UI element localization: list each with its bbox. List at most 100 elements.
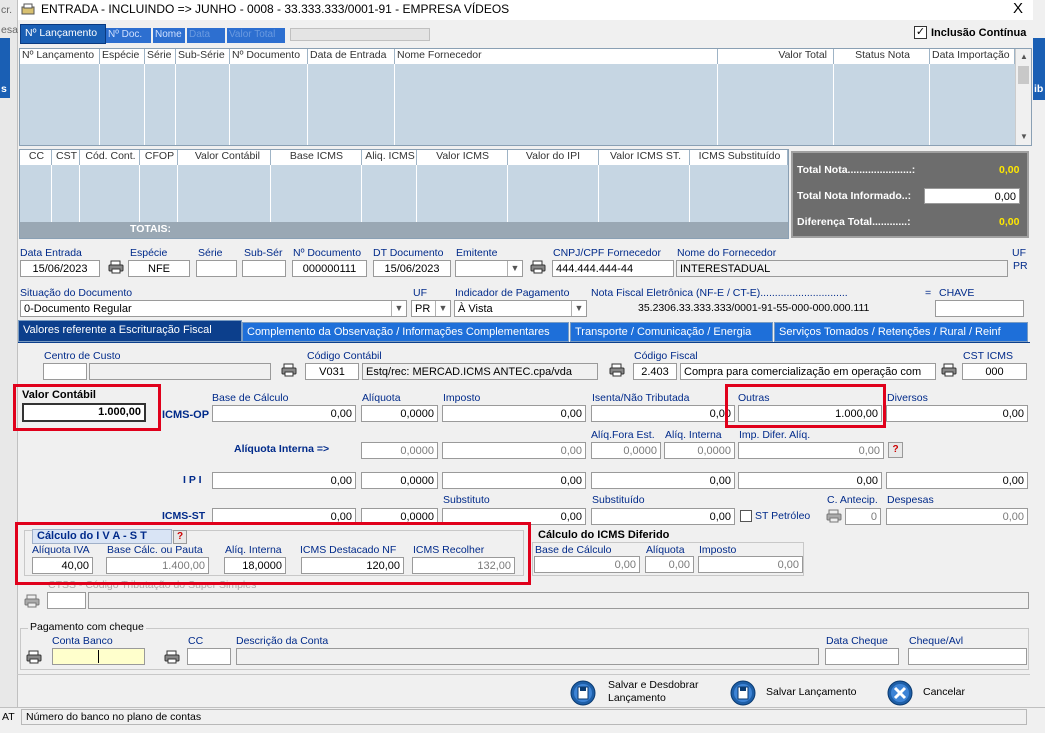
imposto-input[interactable]: 0,00 — [442, 405, 586, 422]
dt-documento-input[interactable]: 15/06/2023 — [373, 260, 451, 277]
situacao-select[interactable]: 0-Documento Regular — [20, 300, 407, 317]
col-valor-total[interactable]: Valor Total — [718, 49, 834, 64]
nome-fornecedor-input[interactable]: INTERESTADUAL — [676, 260, 1008, 277]
printer-icon[interactable] — [26, 650, 42, 664]
diferido-base-input[interactable]: 0,00 — [534, 556, 640, 573]
tab-n-doc[interactable]: Nº Doc. — [106, 28, 151, 43]
cheque-cc-input[interactable] — [187, 648, 231, 665]
simples-desc[interactable] — [88, 592, 1029, 609]
tab-n-lancamento[interactable]: Nº Lançamento — [20, 24, 106, 44]
codigo-fiscal-input[interactable]: 2.403 — [633, 363, 677, 380]
col-valor-icms[interactable]: Valor ICMS — [417, 150, 508, 165]
pagamento-select[interactable]: À Vista — [454, 300, 587, 317]
ipi-base[interactable]: 0,00 — [212, 472, 356, 489]
ipi-outras[interactable]: 0,00 — [738, 472, 882, 489]
imp-difer-input[interactable]: 0,00 — [738, 442, 884, 459]
col-valor-ipi[interactable]: Valor do IPI — [508, 150, 599, 165]
centro-custo-desc[interactable] — [89, 363, 271, 380]
col-nome-fornecedor[interactable]: Nome Fornecedor — [395, 49, 718, 64]
serie-input[interactable] — [196, 260, 237, 277]
ipi-isenta[interactable]: 0,00 — [591, 472, 735, 489]
icms-st-substituido[interactable]: 0,00 — [591, 508, 735, 525]
salvar-lancamento-button[interactable]: Salvar Lançamento — [728, 678, 868, 706]
diferido-imposto-input[interactable]: 0,00 — [698, 556, 803, 573]
col-n-lancamento[interactable]: Nº Lançamento — [20, 49, 100, 64]
col-serie[interactable]: Série — [145, 49, 176, 64]
chave-input[interactable] — [935, 300, 1024, 317]
centro-custo-input[interactable] — [43, 363, 87, 380]
printer-icon[interactable] — [530, 260, 546, 274]
total-informado-input[interactable]: 0,00 — [924, 188, 1020, 204]
cancel-button[interactable]: Cancelar — [885, 678, 975, 706]
conta-banco-input[interactable] — [52, 648, 145, 665]
ipi-diversos[interactable]: 0,00 — [886, 472, 1028, 489]
cheque-avl-input[interactable] — [908, 648, 1027, 665]
col-especie[interactable]: Espécie — [100, 49, 145, 64]
chevron-down-icon[interactable]: ▼ — [571, 301, 586, 316]
codigo-contabil-input[interactable]: V031 — [305, 363, 359, 380]
codigo-fiscal-desc[interactable]: Compra para comercialização em operação … — [680, 363, 936, 380]
isenta-input[interactable]: 0,00 — [591, 405, 735, 422]
search-input[interactable] — [290, 28, 430, 41]
ipi-aliquota[interactable]: 0,0000 — [361, 472, 438, 489]
st-petroleo-checkbox[interactable] — [740, 510, 752, 522]
col-valor-contabil[interactable]: Valor Contábil — [178, 150, 271, 165]
printer-icon[interactable] — [281, 363, 297, 377]
tab-transporte[interactable]: Transporte / Comunicação / Energia — [570, 322, 773, 342]
close-icon[interactable]: X — [1013, 0, 1023, 17]
cnpj-input[interactable]: 444.444.444-44 — [552, 260, 674, 277]
c-antecip-input[interactable]: 0 — [845, 508, 881, 525]
printer-icon[interactable] — [826, 509, 842, 523]
printer-icon[interactable] — [941, 363, 957, 377]
scroll-down-icon[interactable]: ▼ — [1016, 129, 1031, 145]
col-cod-cont[interactable]: Cód. Cont. — [80, 150, 140, 165]
printer-icon[interactable] — [24, 594, 40, 608]
n-documento-input[interactable]: 000000111 — [292, 260, 367, 277]
descricao-conta-input[interactable] — [236, 648, 819, 665]
chevron-down-icon[interactable]: ▼ — [507, 261, 522, 276]
salvar-desdobrar-button[interactable]: Salvar e Desdobrar Lançamento — [568, 678, 718, 706]
base-calculo-input[interactable]: 0,00 — [212, 405, 356, 422]
col-data-importacao[interactable]: Data Importação — [930, 49, 1015, 64]
col-status-nota[interactable]: Status Nota — [834, 49, 930, 64]
help-icon[interactable]: ? — [888, 442, 903, 458]
col-icms-substituido[interactable]: ICMS Substituído — [690, 150, 788, 165]
chevron-down-icon[interactable]: ▼ — [435, 301, 450, 316]
sub-serie-input[interactable] — [242, 260, 286, 277]
aliquota-input[interactable]: 0,0000 — [361, 405, 438, 422]
data-cheque-input[interactable] — [825, 648, 899, 665]
items-grid[interactable]: CC CST Cód. Cont. CFOP Valor Contábil Ba… — [19, 149, 789, 239]
tab-nome[interactable]: Nome — [153, 28, 185, 43]
despesas-input[interactable]: 0,00 — [886, 508, 1028, 525]
main-grid-scrollbar[interactable]: ▲ ▼ — [1015, 49, 1031, 145]
simples-input[interactable] — [47, 592, 86, 609]
col-sub-serie[interactable]: Sub-Série — [176, 49, 230, 64]
col-valor-icms-st[interactable]: Valor ICMS ST. — [599, 150, 690, 165]
inclusao-continua-checkbox[interactable]: ✓ — [914, 26, 927, 39]
aliq-interna-input[interactable]: 0,0000 — [664, 442, 735, 459]
main-grid[interactable]: Nº Lançamento Espécie Série Sub-Série Nº… — [19, 48, 1032, 146]
codigo-contabil-desc[interactable]: Estq/rec: MERCAD.ICMS ANTEC.cpa/vda — [362, 363, 598, 380]
especie-input[interactable]: NFE — [128, 260, 190, 277]
data-entrada-input[interactable]: 15/06/2023 — [20, 260, 100, 277]
cst-icms-input[interactable]: 000 — [962, 363, 1027, 380]
tab-valor-total[interactable]: Valor Total — [227, 28, 285, 43]
col-data-entrada[interactable]: Data de Entrada — [308, 49, 395, 64]
printer-icon[interactable] — [164, 650, 180, 664]
tab-escrituracao-fiscal[interactable]: Valores referente a Escrituração Fiscal — [18, 320, 242, 342]
col-cc[interactable]: CC — [20, 150, 52, 165]
col-cfop[interactable]: CFOP — [140, 150, 178, 165]
chevron-down-icon[interactable]: ▼ — [391, 301, 406, 316]
printer-icon[interactable] — [609, 363, 625, 377]
ipi-imposto[interactable]: 0,00 — [442, 472, 586, 489]
aliq-interna-row-imposto[interactable]: 0,00 — [442, 442, 586, 459]
tab-data[interactable]: Data — [187, 28, 225, 43]
scroll-thumb[interactable] — [1018, 66, 1029, 84]
aliq-fora-input[interactable]: 0,0000 — [591, 442, 661, 459]
diversos-input[interactable]: 0,00 — [886, 405, 1028, 422]
tab-complemento-observacao[interactable]: Complemento da Observação / Informações … — [242, 322, 569, 342]
diferido-aliquota-input[interactable]: 0,00 — [645, 556, 694, 573]
tab-servicos-tomados[interactable]: Serviços Tomados / Retenções / Rural / R… — [774, 322, 1028, 342]
col-aliq-icms[interactable]: Aliq. ICMS — [362, 150, 417, 165]
printer-icon[interactable] — [108, 260, 124, 274]
